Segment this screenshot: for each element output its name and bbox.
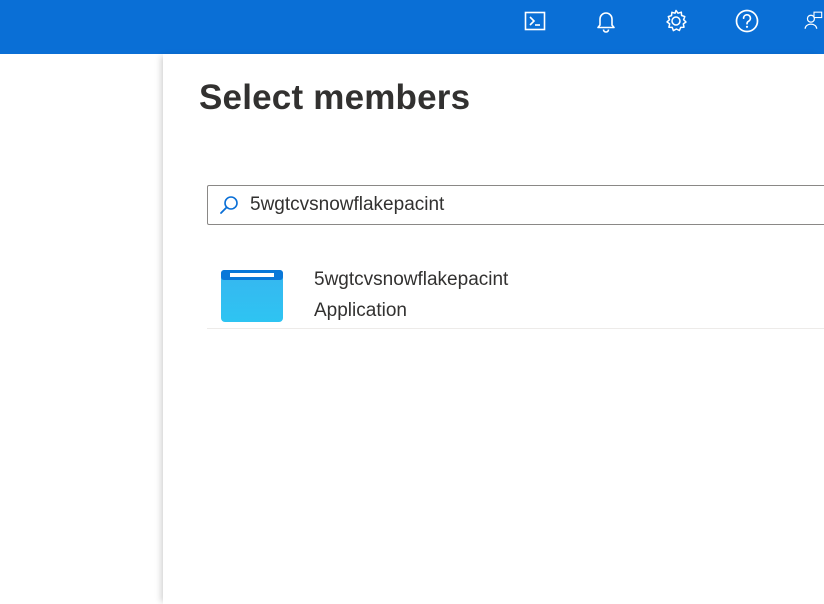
top-navigation-bar	[0, 0, 824, 54]
gear-icon[interactable]	[663, 8, 689, 34]
search-box[interactable]	[207, 185, 824, 225]
search-input[interactable]	[250, 191, 810, 219]
list-item[interactable]: 5wgtcvsnowflakepacint Application	[207, 256, 824, 329]
page-title: Select members	[199, 78, 471, 117]
result-name: 5wgtcvsnowflakepacint	[314, 269, 509, 290]
result-type: Application	[314, 300, 407, 321]
bell-icon[interactable]	[593, 8, 619, 34]
search-icon	[220, 196, 238, 214]
application-icon	[221, 270, 283, 322]
select-members-blade: Select members 5wgtcvsnowflakepacint App…	[163, 54, 824, 604]
cloud-shell-icon[interactable]	[522, 8, 548, 34]
feedback-person-icon[interactable]	[804, 8, 824, 34]
help-icon[interactable]	[734, 8, 760, 34]
background-left-pane	[0, 54, 163, 604]
